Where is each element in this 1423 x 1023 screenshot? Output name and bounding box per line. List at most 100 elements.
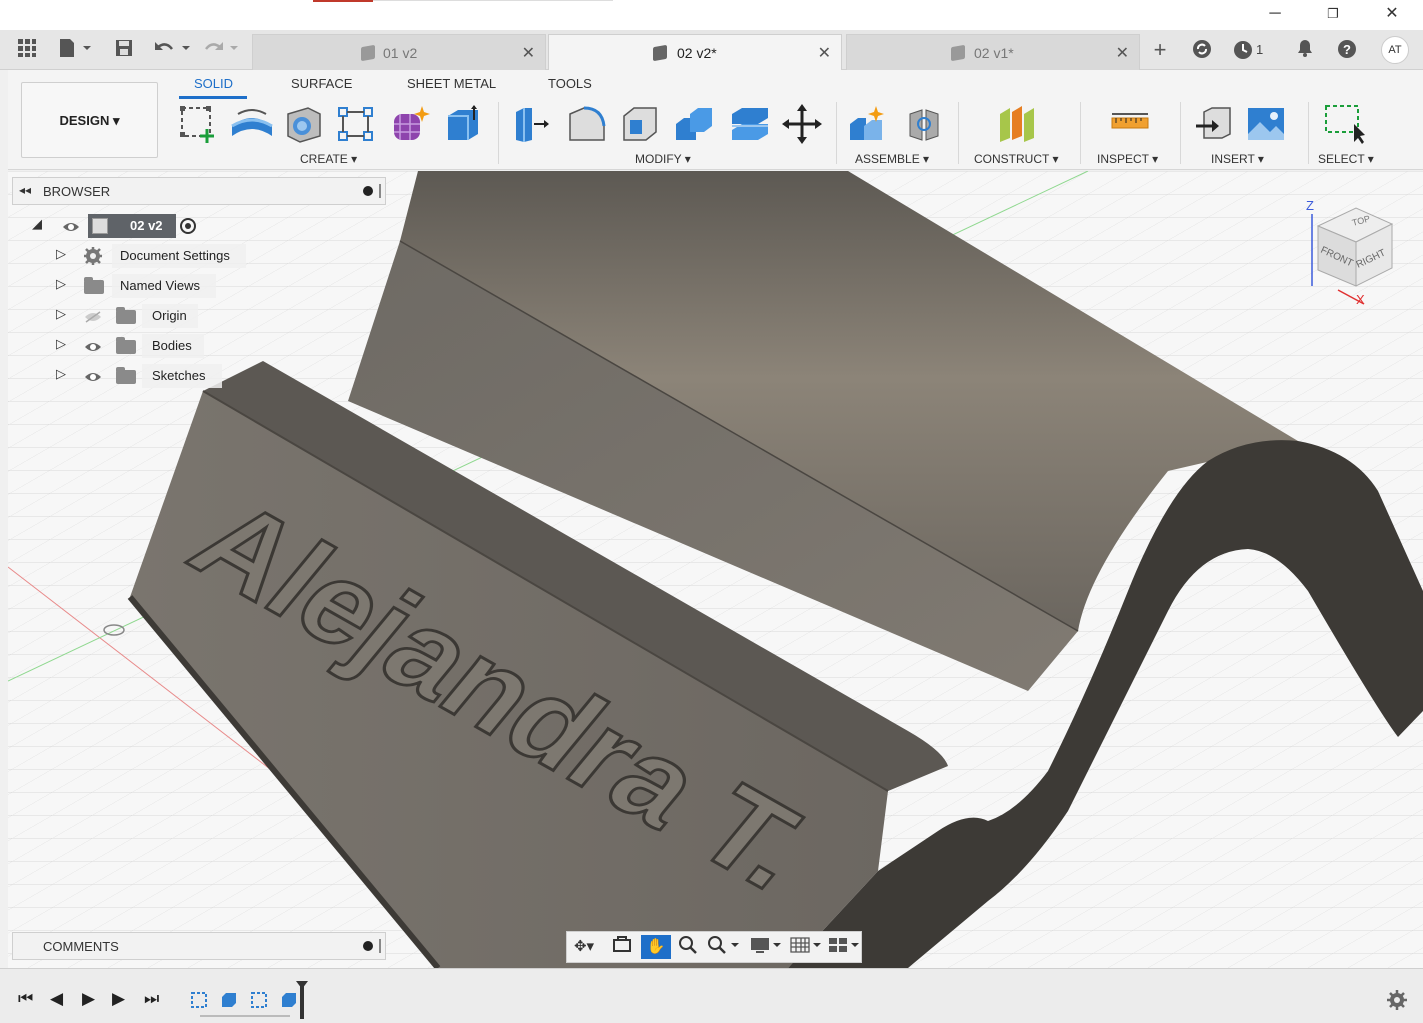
close-tab-icon[interactable]: ✕ [1116,43,1129,63]
offset-plane-icon[interactable] [998,104,1038,144]
fillet-icon[interactable] [566,104,606,144]
timeline-extrude-feature-icon[interactable] [280,991,298,1009]
create-menu[interactable]: CREATE ▾ [300,152,357,166]
modify-menu[interactable]: MODIFY ▾ [635,152,691,166]
pan-hand-icon[interactable]: ✋ [641,935,671,959]
sync-icon[interactable] [1190,38,1214,62]
view-cube[interactable]: TOP FRONT RIGHT Z X [1298,196,1408,307]
go-to-start-icon[interactable]: ⏮ [18,989,33,1009]
root-collapse-icon[interactable]: ◢ [32,216,42,232]
active-tab-indicator [179,96,247,99]
joint-icon[interactable] [904,104,944,144]
play-icon[interactable]: ▶ [82,989,95,1009]
job-count: 1 [1256,42,1264,57]
design-cube-icon [361,44,375,62]
workspace-label: DESIGN [59,113,110,128]
close-tab-icon[interactable]: ✕ [522,43,535,63]
3d-viewport[interactable]: Alejandra T. TOP FRONT RIGHT Z X [8,171,1423,968]
measure-icon[interactable] [1110,104,1150,144]
select-menu[interactable]: SELECT ▾ [1318,152,1374,166]
pin-panel-icon[interactable] [363,186,373,196]
zoom-icon[interactable] [673,935,703,959]
offset-face-icon[interactable] [728,104,768,144]
job-status-icon[interactable]: 1 [1232,38,1272,62]
timeline-marker-head[interactable] [296,981,308,989]
shell-icon[interactable] [620,104,660,144]
expand-icon[interactable]: ▷ [56,246,66,262]
tab-sheet-metal[interactable]: SHEET METAL [407,76,496,91]
collapse-panel-icon[interactable]: ◂◂ [19,183,31,197]
tab-surface[interactable]: SURFACE [291,76,352,91]
orbit-icon[interactable]: ✥▾ [569,935,599,959]
tab-01-v2[interactable]: 01 v2 ✕ [252,34,546,70]
visibility-eye-icon[interactable] [84,370,102,382]
user-avatar[interactable]: AT [1381,36,1409,64]
new-component-icon[interactable] [848,104,888,144]
save-icon[interactable] [113,38,135,62]
new-tab-plus-icon[interactable]: + [1148,38,1172,62]
step-forward-icon[interactable]: ▶ [112,989,125,1009]
redo-icon[interactable] [200,38,240,62]
create-sketch-icon[interactable] [178,104,218,144]
browser-item-named-views[interactable]: Named Views [112,274,216,298]
timeline-extrude-feature-icon[interactable] [220,991,238,1009]
look-at-icon[interactable] [607,935,637,959]
tab-solid[interactable]: SOLID [194,76,233,91]
tab-tools[interactable]: TOOLS [548,76,592,91]
browser-item-sketches[interactable]: Sketches [142,364,222,388]
press-pull-box-icon[interactable] [444,104,484,144]
revolve-icon[interactable] [284,104,324,144]
go-to-end-icon[interactable]: ⏭ [144,989,159,1009]
comments-panel[interactable]: COMMENTS [12,932,386,960]
tab-02-v2[interactable]: 02 v2* ✕ [548,34,842,71]
help-icon[interactable]: ? [1335,38,1359,62]
panel-grip-icon[interactable] [379,939,381,953]
activate-radio-icon[interactable] [180,218,196,234]
timeline-sketch-feature-icon[interactable] [250,991,268,1009]
browser-item-document-settings[interactable]: Document Settings [112,244,246,268]
visibility-eye-icon[interactable] [62,220,80,232]
inspect-menu[interactable]: INSPECT ▾ [1097,152,1158,166]
notifications-bell-icon[interactable] [1293,38,1317,62]
combine-icon[interactable] [674,104,714,144]
insert-canvas-icon[interactable] [1246,104,1286,144]
visibility-eye-icon[interactable] [84,340,102,352]
visibility-off-eye-icon[interactable] [84,310,102,323]
expand-icon[interactable]: ▷ [56,366,66,382]
insert-menu[interactable]: INSERT ▾ [1211,152,1264,166]
close-tab-icon[interactable]: ✕ [818,43,831,63]
app-grid-icon[interactable] [16,38,38,62]
component-icon [92,218,108,234]
workspace-switcher[interactable]: DESIGN ▾ [21,82,158,158]
undo-icon[interactable] [152,38,192,62]
browser-item-origin[interactable]: Origin [142,304,198,328]
construct-menu[interactable]: CONSTRUCT ▾ [974,152,1058,166]
timeline-settings-gear-icon[interactable] [1386,989,1408,1011]
display-settings-icon[interactable] [747,935,783,959]
window-select-icon[interactable] [1324,104,1365,144]
tab-02-v1[interactable]: 02 v1* ✕ [846,34,1140,70]
move-copy-icon[interactable] [782,104,822,144]
step-back-icon[interactable]: ◀ [50,989,63,1009]
minimize-button[interactable]: ─ [1260,3,1290,25]
close-window-button[interactable]: ✕ [1377,3,1407,25]
assemble-menu[interactable]: ASSEMBLE ▾ [855,152,929,166]
file-menu-icon[interactable] [56,38,94,62]
press-pull-icon[interactable] [512,104,552,144]
extrude-icon[interactable] [230,104,273,144]
expand-icon[interactable]: ▷ [56,306,66,322]
panel-grip-icon[interactable] [379,184,381,198]
add-comment-icon[interactable] [363,941,373,951]
insert-derive-icon[interactable] [1194,104,1234,144]
root-component[interactable]: 02 v2 [88,214,176,238]
restore-button[interactable]: ❐ [1318,3,1348,25]
timeline-sketch-feature-icon[interactable] [190,991,208,1009]
pattern-icon[interactable] [336,104,376,144]
grid-settings-icon[interactable] [787,935,823,959]
create-form-icon[interactable] [390,104,430,144]
expand-icon[interactable]: ▷ [56,276,66,292]
expand-icon[interactable]: ▷ [56,336,66,352]
fit-zoom-icon[interactable] [705,935,741,959]
viewports-icon[interactable] [825,935,861,959]
browser-item-bodies[interactable]: Bodies [142,334,204,358]
